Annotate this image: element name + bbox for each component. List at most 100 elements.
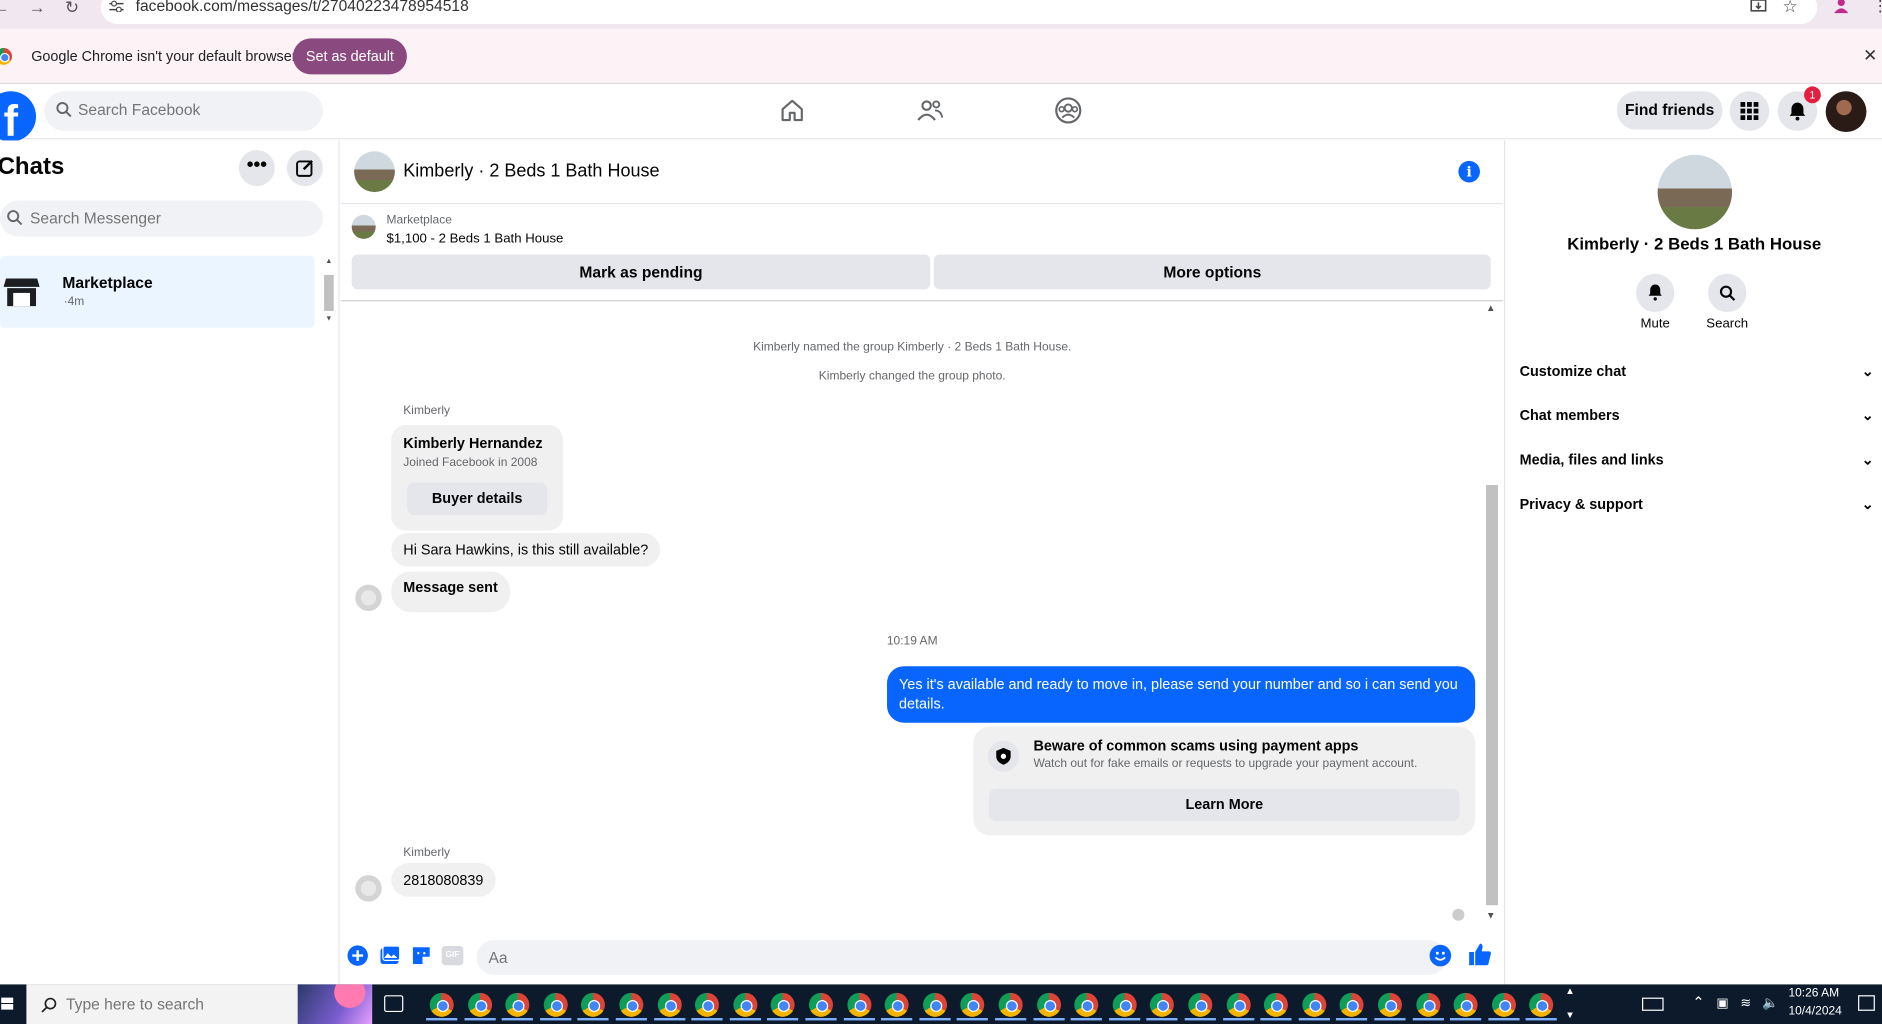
install-app-icon[interactable] [1750, 0, 1767, 14]
message-bubble[interactable]: Message sent [391, 571, 510, 613]
groups-icon[interactable] [1054, 96, 1083, 125]
taskbar-chrome-window-icon[interactable] [1222, 992, 1254, 1021]
conversation-title[interactable]: Kimberly · 2 Beds 1 Bath House [403, 161, 659, 181]
group-photo[interactable] [354, 151, 395, 193]
media-files-links-section[interactable]: Media, files and links ⌄ [1520, 442, 1874, 478]
scroll-down-icon[interactable]: ▼ [325, 316, 332, 323]
taskbar-chrome-window-icon[interactable] [426, 992, 458, 1021]
mute-action[interactable]: Mute [1625, 273, 1685, 331]
taskbar-chrome-window-icon[interactable] [1070, 992, 1103, 1021]
thread-scrollbar[interactable]: ▲ ▼ [1483, 302, 1501, 930]
scrollbar-thumb[interactable] [324, 274, 334, 311]
sender-avatar[interactable] [355, 584, 382, 612]
group-photo-large[interactable] [1657, 154, 1733, 230]
home-icon[interactable] [778, 96, 807, 125]
taskbar-chrome-window-icon[interactable] [1526, 992, 1558, 1021]
taskbar-chrome-window-icon[interactable] [1336, 992, 1368, 1021]
forward-icon[interactable]: → [29, 0, 46, 16]
gif-icon[interactable]: GIF [441, 945, 464, 966]
taskbar-chrome-window-icon[interactable] [1450, 992, 1482, 1021]
message-bubble[interactable]: 2818080839 [391, 863, 496, 897]
taskbar-chrome-window-icon[interactable] [729, 992, 761, 1021]
clock-time[interactable]: 10:26 AM [1788, 987, 1839, 1000]
mark-as-pending-button[interactable]: Mark as pending [351, 254, 931, 290]
taskbar-chrome-window-icon[interactable] [881, 992, 913, 1021]
taskbar-chrome-window-icon[interactable] [1260, 992, 1292, 1021]
site-settings-icon[interactable] [109, 0, 124, 13]
taskbar-chrome-window-icon[interactable] [1032, 992, 1065, 1021]
scrollbar-thumb[interactable] [1485, 485, 1498, 906]
taskbar-chrome-window-icon[interactable] [995, 992, 1027, 1021]
taskbar-chrome-window-icon[interactable] [1108, 992, 1141, 1021]
message-input[interactable] [488, 948, 1401, 967]
chats-scrollbar[interactable]: ▲ ▼ [322, 258, 336, 328]
friends-icon[interactable] [916, 96, 945, 125]
customize-chat-section[interactable]: Customize chat ⌄ [1520, 353, 1874, 389]
profile-icon[interactable] [1833, 0, 1850, 14]
outgoing-message-bubble[interactable]: Yes it's available and ready to move in,… [887, 666, 1476, 723]
set-as-default-button[interactable]: Set as default [292, 38, 407, 75]
keyboard-icon[interactable] [1642, 997, 1664, 1011]
taskbar-chrome-window-icon[interactable] [1488, 992, 1520, 1021]
taskbar-search[interactable] [26, 984, 373, 1024]
taskbar-chrome-window-icon[interactable] [1184, 992, 1216, 1021]
task-view-icon[interactable] [384, 995, 404, 1013]
taskbar-search-input[interactable] [66, 995, 307, 1014]
close-icon[interactable]: ✕ [1863, 46, 1877, 66]
message-bubble[interactable]: Hi Sara Hawkins, is this still available… [391, 533, 661, 567]
facebook-logo-icon[interactable]: f [0, 91, 37, 142]
taskbar-chrome-window-icon[interactable] [767, 992, 799, 1021]
tray-scroll-up-icon[interactable]: ▲ [1565, 986, 1575, 997]
listing-title[interactable]: $1,100 - 2 Beds 1 Bath House [386, 232, 563, 246]
learn-more-button[interactable]: Learn More [989, 788, 1460, 822]
windows-start-icon[interactable] [1, 997, 14, 1010]
privacy-support-section[interactable]: Privacy & support ⌄ [1520, 486, 1874, 522]
facebook-search[interactable] [44, 91, 323, 131]
taskbar-chrome-window-icon[interactable] [691, 992, 723, 1021]
taskbar-chrome-window-icon[interactable] [919, 992, 951, 1021]
messenger-search[interactable] [0, 200, 323, 237]
more-options-button[interactable]: More options [933, 254, 1491, 290]
menu-button[interactable] [1729, 91, 1770, 131]
find-friends-button[interactable]: Find friends [1616, 91, 1723, 130]
notifications-center-icon[interactable] [1858, 995, 1875, 1011]
chat-members-section[interactable]: Chat members ⌄ [1520, 397, 1874, 433]
scroll-up-icon[interactable]: ▲ [325, 258, 332, 265]
taskbar-chrome-window-icon[interactable] [957, 992, 989, 1021]
clock-date[interactable]: 10/4/2024 [1788, 1005, 1841, 1018]
chevron-up-icon[interactable]: ⌃ [1692, 994, 1704, 1011]
scroll-up-icon[interactable]: ▲ [1486, 303, 1496, 314]
scroll-down-icon[interactable]: ▼ [1486, 910, 1496, 921]
photo-icon[interactable] [379, 945, 401, 967]
taskbar-chrome-window-icon[interactable] [1298, 992, 1330, 1021]
search-action[interactable]: Search [1697, 273, 1757, 331]
taskbar-chrome-window-icon[interactable] [501, 992, 534, 1021]
volume-muted-icon[interactable]: 🔈 [1762, 995, 1778, 1010]
sticker-icon[interactable] [411, 945, 433, 967]
taskbar-chrome-window-icon[interactable] [653, 992, 685, 1021]
meet-now-icon[interactable]: ▣ [1716, 995, 1728, 1010]
taskbar-chrome-window-icon[interactable] [805, 992, 837, 1021]
chat-list-item[interactable]: Marketplace ·4m [0, 255, 315, 328]
new-message-button[interactable] [286, 150, 323, 187]
chrome-menu-icon[interactable]: ⋮ [1872, 0, 1882, 16]
bookmark-star-icon[interactable]: ☆ [1782, 0, 1797, 17]
taskbar-chrome-window-icon[interactable] [539, 992, 572, 1021]
taskbar-chrome-window-icon[interactable] [577, 992, 610, 1021]
taskbar-chrome-window-icon[interactable] [1146, 992, 1178, 1021]
plus-icon[interactable] [347, 945, 369, 967]
taskbar-chrome-window-icon[interactable] [843, 992, 875, 1021]
taskbar-chrome-window-icon[interactable] [1412, 992, 1444, 1021]
tray-scroll-down-icon[interactable]: ▼ [1565, 1010, 1575, 1021]
taskbar-chrome-window-icon[interactable] [464, 992, 496, 1021]
back-icon[interactable]: ← [0, 0, 10, 16]
wifi-icon[interactable]: ≋ [1740, 995, 1751, 1010]
buyer-details-button[interactable]: Buyer details [406, 482, 548, 516]
listing-thumbnail[interactable] [351, 214, 376, 239]
info-icon[interactable]: i [1458, 160, 1480, 183]
chats-options-button[interactable]: ••• [238, 150, 275, 187]
thumbs-up-icon[interactable] [1468, 942, 1492, 966]
reload-icon[interactable]: ↻ [65, 0, 79, 16]
message-input-wrap[interactable] [476, 939, 1447, 975]
taskbar-chrome-window-icon[interactable] [615, 992, 647, 1021]
